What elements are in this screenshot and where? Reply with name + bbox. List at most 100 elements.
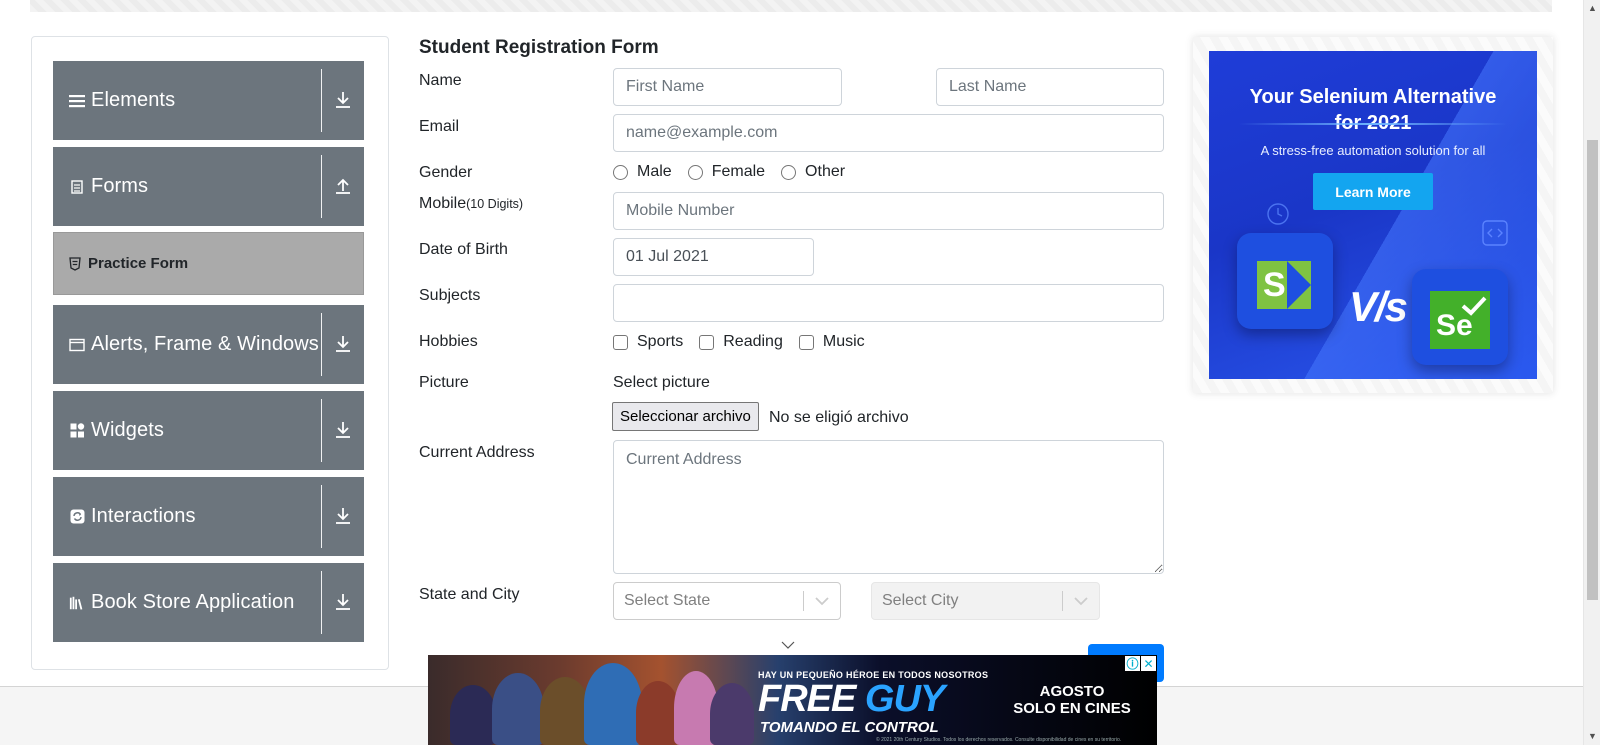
first-name-input[interactable]: [613, 68, 842, 106]
ad-divider: [1239, 123, 1507, 125]
chevron-down-icon[interactable]: [1063, 596, 1099, 606]
close-icon[interactable]: ✕: [1141, 656, 1156, 671]
ad-release-info: AGOSTO SOLO EN CINES: [1002, 683, 1142, 717]
hobbies-label: Hobbies: [419, 333, 478, 350]
ad-headline: Your Selenium Alternative for 2021: [1209, 84, 1537, 136]
email-label: Email: [419, 118, 460, 135]
group-header[interactable]: Elements: [53, 61, 364, 140]
mobile-input[interactable]: [613, 192, 1164, 230]
group-label: Widgets: [91, 419, 164, 441]
email-input[interactable]: [613, 114, 1164, 152]
city-select[interactable]: Select City: [871, 582, 1100, 620]
expand-arrow-icon[interactable]: [331, 418, 355, 442]
testsigma-logo: S: [1257, 261, 1311, 309]
selenium-alternative-ad[interactable]: Your Selenium Alternative for 2021 A str…: [1209, 51, 1537, 379]
sidebar: Elements Forms Practice Form Alerts, Fra…: [31, 36, 389, 670]
sidebar-group-interactions[interactable]: Interactions: [53, 477, 364, 556]
collapse-arrow-icon[interactable]: [331, 174, 355, 198]
gender-other-option[interactable]: Other: [781, 163, 845, 181]
gender-female-option[interactable]: Female: [687, 163, 766, 181]
ad-subtitle: A stress-free automation solution for al…: [1260, 143, 1486, 158]
state-select[interactable]: Select State: [613, 582, 841, 620]
top-ad-strip: [30, 0, 1552, 12]
vertical-scrollbar[interactable]: ▲ ▼: [1583, 0, 1600, 745]
date-of-birth-input[interactable]: 01 Jul 2021: [613, 238, 814, 276]
divider: [321, 155, 322, 218]
choose-file-button[interactable]: Seleccionar archivo: [612, 402, 759, 431]
radio-label: Other: [805, 163, 846, 180]
expand-arrow-icon[interactable]: [331, 504, 355, 528]
last-name-input[interactable]: [936, 68, 1164, 106]
expand-arrow-icon[interactable]: [331, 590, 355, 614]
group-header[interactable]: Alerts, Frame & Windows: [53, 305, 364, 384]
ad-title-part: FREE: [758, 678, 856, 720]
divider: [321, 399, 322, 462]
chevron-down-icon[interactable]: [804, 596, 840, 606]
checkbox[interactable]: [699, 334, 715, 350]
radio-button[interactable]: [613, 164, 628, 180]
state-select-placeholder: Select State: [624, 592, 711, 609]
ad-title-part: GUY: [864, 678, 945, 720]
name-label: Name: [419, 72, 462, 89]
checkbox[interactable]: [613, 334, 628, 350]
selenium-logo-tile: Se: [1412, 269, 1508, 365]
scroll-down-icon[interactable]: ▼: [1584, 728, 1600, 745]
group-header[interactable]: Interactions: [53, 477, 364, 556]
hobby-sports-option[interactable]: Sports: [613, 333, 683, 351]
ad-controls: ⓘ ✕: [1125, 656, 1156, 671]
ad-info-icon[interactable]: ⓘ: [1125, 656, 1140, 671]
free-guy-movie-ad[interactable]: HAY UN PEQUEÑO HÉROE EN TODOS NOSOTROS F…: [428, 655, 1157, 745]
sidebar-group-forms[interactable]: Forms: [53, 147, 364, 226]
logo-letter: S: [1263, 266, 1286, 304]
ad-release-line: SOLO EN CINES: [1013, 700, 1131, 717]
radio-button[interactable]: [687, 164, 703, 180]
learn-more-button[interactable]: Learn More: [1313, 173, 1433, 210]
picture-label: Picture: [419, 374, 469, 391]
document-icon: [69, 179, 85, 195]
ad-figure: [710, 683, 754, 745]
scroll-up-icon[interactable]: ▲: [1584, 0, 1600, 17]
hobby-music-option[interactable]: Music: [798, 333, 865, 351]
group-header[interactable]: Forms: [53, 147, 364, 226]
current-address-label: Current Address: [419, 444, 535, 461]
ad-figure: [540, 677, 590, 745]
scrollbar-thumb[interactable]: [1587, 140, 1598, 600]
ad-legal-text: © 2021 20th Century Studios. Todos los d…: [876, 737, 1122, 743]
ad-release-line: AGOSTO: [1039, 683, 1105, 700]
sidebar-group-elements[interactable]: Elements: [53, 61, 364, 140]
expand-arrow-icon[interactable]: [331, 88, 355, 112]
checkbox[interactable]: [798, 334, 814, 350]
subjects-input[interactable]: [613, 284, 1164, 322]
sidebar-group-book-store-application[interactable]: Book Store Application: [53, 563, 364, 642]
refresh-icon: [69, 509, 85, 525]
ad-figure: [584, 663, 642, 745]
gender-male-option[interactable]: Male: [613, 163, 672, 181]
city-select-placeholder: Select City: [882, 592, 959, 609]
radio-label: Male: [637, 163, 672, 180]
group-label: Alerts, Frame & Windows: [91, 333, 319, 355]
expand-arrow-icon[interactable]: [331, 332, 355, 356]
gender-options: Male Female Other: [613, 163, 861, 181]
checkmark-icon: [1461, 296, 1487, 316]
sidebar-item-practice-form[interactable]: Practice Form: [53, 232, 364, 295]
checkbox-label: Sports: [637, 333, 684, 350]
current-address-textarea[interactable]: [613, 440, 1164, 574]
group-header[interactable]: Widgets: [53, 391, 364, 470]
logo-notch: [1287, 261, 1311, 309]
group-label: Interactions: [91, 505, 196, 527]
divider: [321, 571, 322, 634]
group-label: Forms: [91, 175, 149, 197]
date-of-birth-value: 01 Jul 2021: [626, 248, 709, 265]
sidebar-item-label: Practice Form: [88, 255, 189, 272]
versus-text: V/s: [1349, 283, 1408, 330]
group-header[interactable]: Book Store Application: [53, 563, 364, 642]
sidebar-group-alerts-frame-windows[interactable]: Alerts, Frame & Windows: [53, 305, 364, 384]
hobby-reading-option[interactable]: Reading: [699, 333, 783, 351]
divider: [321, 69, 322, 132]
checkbox-label: Reading: [723, 333, 783, 350]
chevron-down-icon[interactable]: [780, 637, 796, 649]
radio-label: Female: [711, 163, 766, 180]
radio-button[interactable]: [781, 164, 797, 180]
subjects-label: Subjects: [419, 287, 481, 304]
sidebar-group-widgets[interactable]: Widgets: [53, 391, 364, 470]
